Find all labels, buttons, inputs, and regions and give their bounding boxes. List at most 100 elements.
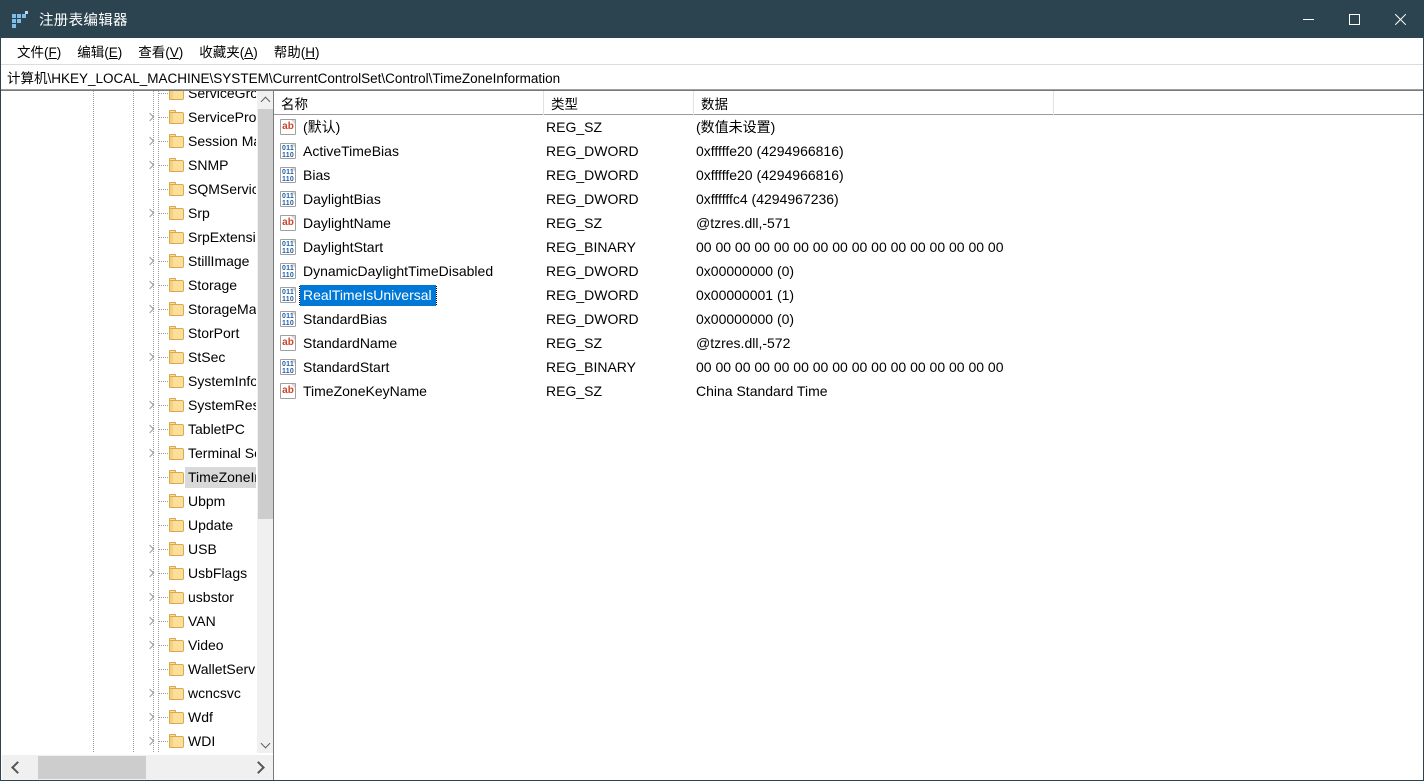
menu-help[interactable]: 帮助(H) (266, 38, 328, 64)
table-row[interactable]: 011 110 StandardStart REG_BINARY 00 00 00 00… (274, 355, 1423, 379)
menu-edit[interactable]: 编辑(E) (69, 38, 130, 64)
tree-item-usbstor[interactable]: usbstor (1, 585, 257, 609)
chevron-right-icon[interactable] (143, 561, 159, 585)
tree-item-sqmservicelist[interactable]: SQMServiceList (1, 177, 257, 201)
menu-favorites[interactable]: 收藏夹(A) (191, 38, 266, 64)
tree-item-serviceprovider[interactable]: ServiceProvider (1, 105, 257, 129)
value-data: 0xfffffe20 (4294966816) (696, 143, 844, 159)
tree-item-wdi[interactable]: WDI (1, 729, 257, 753)
chevron-right-icon[interactable] (143, 273, 159, 297)
tree-item-van[interactable]: VAN (1, 609, 257, 633)
value-name-cell: ab TimeZoneKeyName (274, 381, 544, 402)
chevron-right-icon[interactable] (143, 441, 159, 465)
table-row[interactable]: ab TimeZoneKeyName REG_SZ China Standard Ti… (274, 379, 1423, 403)
tree-item-terminal-server[interactable]: Terminal Server (1, 441, 257, 465)
tree-vertical-scrollbar[interactable] (256, 91, 273, 753)
folder-icon (169, 638, 185, 652)
menu-edit-text: 编辑( (77, 44, 109, 60)
tree-connector (159, 93, 169, 94)
table-row[interactable]: 011 110 DaylightStart REG_BINARY 00 00 00 00… (274, 235, 1423, 259)
table-row[interactable]: 011 110 RealTimeIsUniversal REG_DWORD 0x0000… (274, 283, 1423, 307)
scroll-up-icon[interactable] (257, 91, 273, 108)
tree-item-srpextensionconf[interactable]: SrpExtensionConf (1, 225, 257, 249)
menu-file[interactable]: 文件(F) (9, 38, 69, 64)
column-header-data[interactable]: 数据 (694, 91, 1054, 115)
tree-item-session-manager[interactable]: Session Manager (1, 129, 257, 153)
chevron-right-icon[interactable] (143, 729, 159, 753)
tree-item-stillimage[interactable]: StillImage (1, 249, 257, 273)
folder-icon (169, 566, 185, 580)
chevron-right-icon[interactable] (143, 705, 159, 729)
table-row[interactable]: 011 110 DynamicDaylightTimeDisabled REG_DWO… (274, 259, 1423, 283)
tree-item-stsec[interactable]: StSec (1, 345, 257, 369)
scroll-right-icon[interactable] (247, 755, 273, 780)
tree-item-update[interactable]: Update (1, 513, 257, 537)
table-row[interactable]: 011 110 StandardBias REG_DWORD 0x00000000 (0… (274, 307, 1423, 331)
tree-item-systeminformatio[interactable]: SystemInformatio (1, 369, 257, 393)
chevron-right-icon[interactable] (143, 249, 159, 273)
menu-bar: 文件(F) 编辑(E) 查看(V) 收藏夹(A) 帮助(H) (1, 38, 1423, 64)
column-header-type[interactable]: 类型 (544, 91, 694, 115)
tree-item-wcncsvc[interactable]: wcncsvc (1, 681, 257, 705)
tree-item-walletservice[interactable]: WalletService (1, 657, 257, 681)
tree-item-timezoneinforma[interactable]: TimeZoneInforma (1, 465, 257, 489)
chevron-right-icon[interactable] (143, 417, 159, 441)
chevron-right-icon[interactable] (143, 633, 159, 657)
chevron-right-icon[interactable] (143, 345, 159, 369)
tree-item-usbflags[interactable]: UsbFlags (1, 561, 257, 585)
chevron-right-icon[interactable] (143, 153, 159, 177)
scroll-down-icon[interactable] (257, 736, 273, 753)
table-row[interactable]: ab DaylightName REG_SZ @tzres.dll,-571 (274, 211, 1423, 235)
address-bar[interactable]: 计算机\HKEY_LOCAL_MACHINE\SYSTEM\CurrentCon… (1, 64, 1423, 90)
chevron-right-icon[interactable] (143, 681, 159, 705)
value-name-cell: 011 110 StandardBias (274, 309, 544, 330)
minimize-button[interactable] (1285, 1, 1331, 38)
table-row[interactable]: ab StandardName REG_SZ @tzres.dll,-572 (274, 331, 1423, 355)
chevron-right-icon[interactable] (143, 609, 159, 633)
tree-item-servicegroupord[interactable]: ServiceGroupOrd (1, 91, 257, 105)
chevron-right-icon[interactable] (143, 585, 159, 609)
tree-item-ubpm[interactable]: Ubpm (1, 489, 257, 513)
table-row[interactable]: 011 110 ActiveTimeBias REG_DWORD 0xfffffe20 … (274, 139, 1423, 163)
tree-item-storagemanagem[interactable]: StorageManagem (1, 297, 257, 321)
chevron-right-icon[interactable] (143, 129, 159, 153)
menu-view[interactable]: 查看(V) (130, 38, 191, 64)
maximize-button[interactable] (1331, 1, 1377, 38)
tree-item-storage[interactable]: Storage (1, 273, 257, 297)
close-button[interactable] (1377, 1, 1423, 38)
table-row[interactable]: 011 110 DaylightBias REG_DWORD 0xffffffc4 (4… (274, 187, 1423, 211)
table-row[interactable]: ab (默认) REG_SZ (数值未设置) (274, 115, 1423, 139)
tree-item-label: VAN (188, 612, 216, 629)
string-value-icon: ab (280, 119, 296, 135)
tree-connector (159, 117, 169, 118)
tree-item-wdf[interactable]: Wdf (1, 705, 257, 729)
tree-item-srp[interactable]: Srp (1, 201, 257, 225)
tree-item-label: UsbFlags (188, 564, 248, 581)
chevron-right-icon[interactable] (143, 393, 159, 417)
value-data: 0xfffffe20 (4294966816) (696, 167, 844, 183)
table-row[interactable]: 011 110 Bias REG_DWORD 0xfffffe20 (429496681… (274, 163, 1423, 187)
value-data: (数值未设置) (696, 119, 776, 135)
tree-hscroll-thumb[interactable] (38, 756, 146, 779)
tree-item-usb[interactable]: USB (1, 537, 257, 561)
tree-item-storport[interactable]: StorPort (1, 321, 257, 345)
value-type: REG_DWORD (546, 167, 639, 183)
tree-item-video[interactable]: Video (1, 633, 257, 657)
chevron-right-icon[interactable] (143, 201, 159, 225)
chevron-right-icon[interactable] (143, 537, 159, 561)
tree-item-tabletpc[interactable]: TabletPC (1, 417, 257, 441)
tree-connector (159, 501, 169, 502)
value-data: China Standard Time (696, 383, 828, 399)
binary-value-icon: 011 110 (280, 287, 296, 303)
column-header-name[interactable]: 名称 (274, 91, 544, 115)
tree-item-snmp[interactable]: SNMP (1, 153, 257, 177)
value-type: REG_DWORD (546, 287, 639, 303)
scroll-left-icon[interactable] (2, 755, 28, 780)
chevron-right-icon[interactable] (143, 105, 159, 129)
registry-editor-icon (12, 11, 29, 28)
tree-vscroll-thumb[interactable] (258, 109, 273, 519)
tree-horizontal-scrollbar[interactable] (2, 754, 273, 780)
value-name: TimeZoneKeyName (303, 382, 427, 399)
chevron-right-icon[interactable] (143, 297, 159, 321)
tree-item-systemresources[interactable]: SystemResources (1, 393, 257, 417)
